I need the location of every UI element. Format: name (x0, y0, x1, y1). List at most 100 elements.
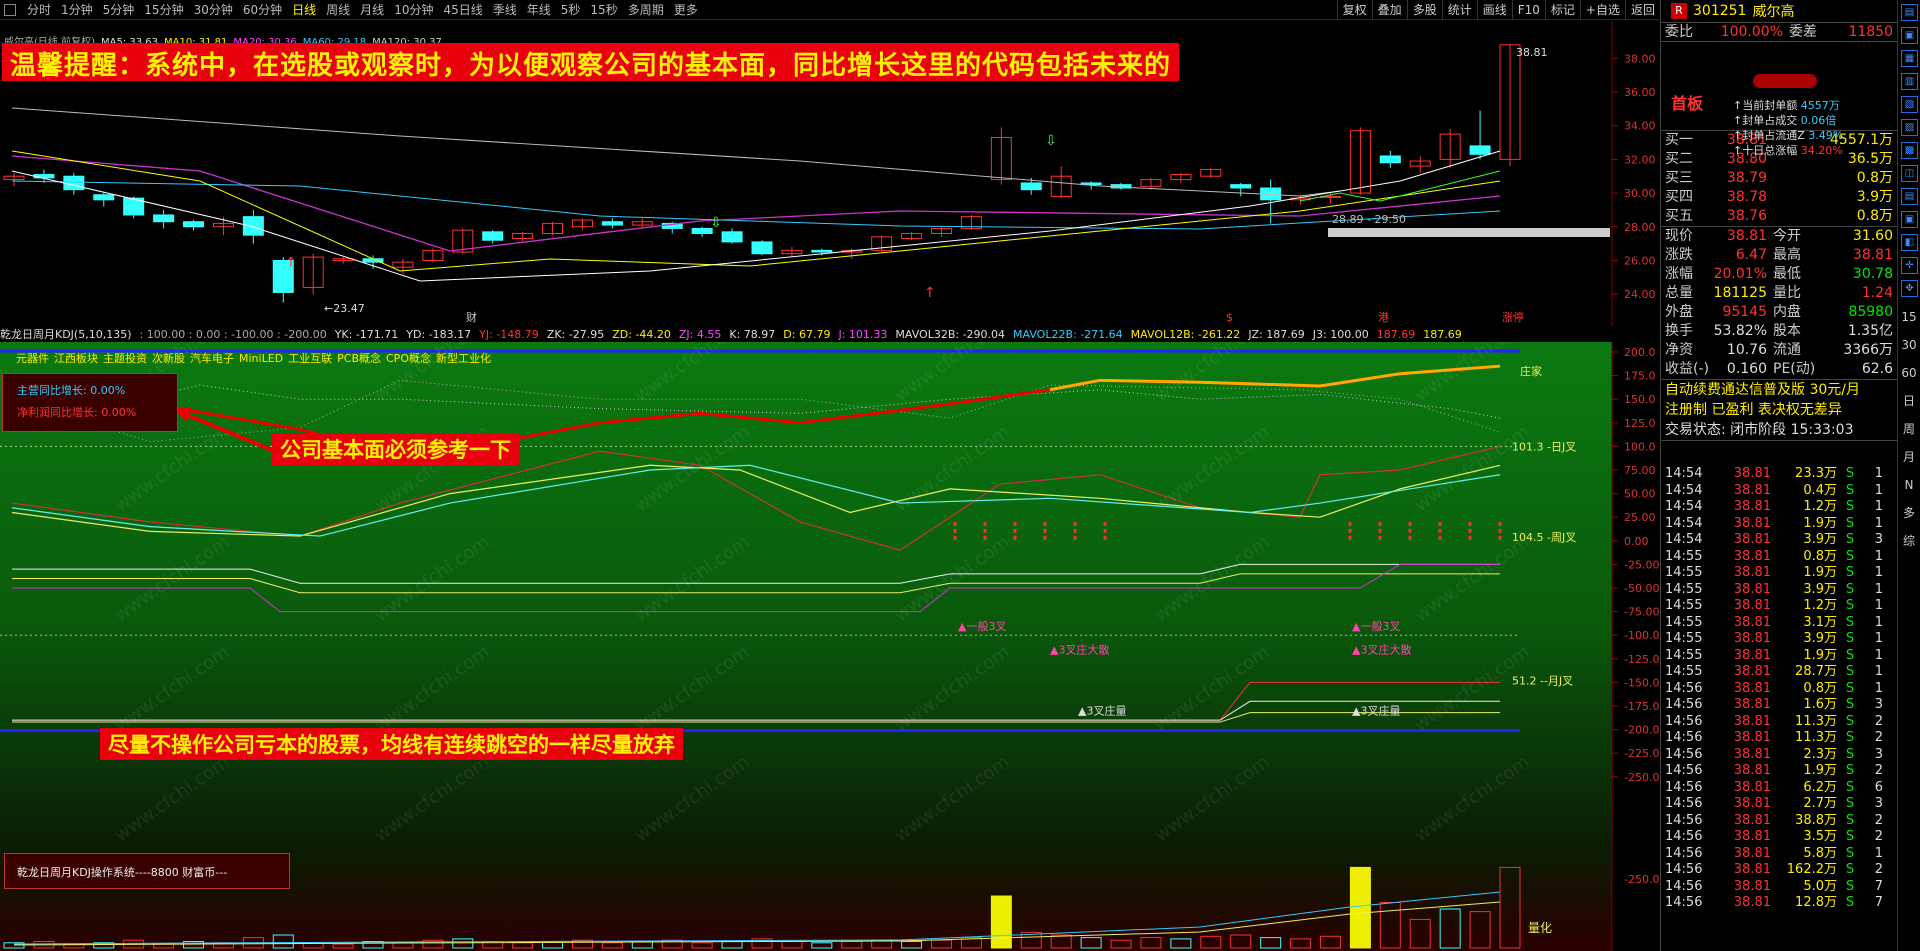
candle (1020, 182, 1042, 191)
tick-row: 14:56 38.81 11.3万 S 2 (1665, 713, 1883, 729)
period-tab[interactable]: 多周期 (623, 1, 669, 18)
kdj-tick: -250.0 (1624, 771, 1659, 784)
toolbar-button[interactable]: +自选 (1579, 0, 1625, 20)
concept-tag[interactable]: 新型工业化 (436, 352, 491, 365)
period-tab[interactable]: 1分钟 (56, 1, 98, 18)
concept-tag[interactable]: 江西板块 (54, 352, 98, 365)
side-period-button[interactable]: N (1898, 471, 1920, 499)
concept-tag[interactable]: CPO概念 (386, 352, 431, 365)
range-label: 28.89 - 29.50 (1332, 213, 1406, 226)
side-period-button[interactable]: 日 (1898, 387, 1920, 415)
kdj-tick: -100.0 (1624, 629, 1659, 642)
period-tabs: 分时 1分钟 5分钟 15分钟 30分钟 60分钟 日线 周线 月线 10分钟 45日线 季线 年线 5秒… (0, 1, 703, 18)
kdj-value: 乾龙日周月KDJ(5,10,135) (0, 328, 132, 341)
side-tool-icon[interactable]: ▥ (1901, 73, 1918, 90)
concept-tag[interactable]: 汽车电子 (190, 352, 234, 365)
side-tool-icon[interactable]: ▧ (1901, 96, 1918, 113)
kdj-value: MAVOL32B: -290.04 (895, 327, 1006, 341)
period-tab[interactable]: 45日线 (438, 1, 487, 18)
side-period-button[interactable]: 30 (1898, 331, 1920, 359)
side-period-button[interactable]: 15 (1898, 303, 1920, 331)
info-line[interactable]: 自动续费通达信普及版 30元/月 (1661, 380, 1897, 400)
kdj-value: JZ: 187.69 (1248, 327, 1305, 341)
event-marker: $ (1226, 311, 1233, 324)
side-period-button[interactable]: 多 (1898, 499, 1920, 527)
toolbar-button[interactable]: F10 (1511, 0, 1545, 20)
limit-title: 首板 (1671, 94, 1704, 113)
period-tab[interactable]: 月线 (355, 1, 389, 18)
period-tab[interactable]: 15分钟 (139, 1, 188, 18)
side-tool-icon[interactable]: ▤ (1901, 188, 1918, 205)
side-period-button[interactable]: 60 (1898, 359, 1920, 387)
period-tab[interactable]: 5秒 (556, 1, 586, 18)
side-period-button[interactable]: 综 (1898, 527, 1920, 555)
side-tool-icon[interactable]: ▦ (1901, 50, 1918, 67)
toolbar-button[interactable]: 复权 (1336, 0, 1372, 20)
side-tool-icon[interactable]: ✥ (1901, 280, 1918, 297)
toolbar-button[interactable]: 叠加 (1371, 0, 1407, 20)
profit-growth: 净利润同比增长: 0.00% (17, 406, 137, 419)
info-line: 交易状态: 闭市阶段 15:33:03 (1665, 422, 1854, 438)
kdj-value: ZJ: 4.55 (678, 327, 722, 341)
bid-row: 买四 38.78 3.9万 (1665, 189, 1893, 205)
toolbar-button[interactable]: 统计 (1441, 0, 1477, 20)
period-tab[interactable]: 15秒 (585, 1, 622, 18)
period-tab[interactable]: 分时 (22, 1, 56, 18)
kdj-chart[interactable]: 200.0 175.0 150.0 125.0 100.0 75.00 50.00 25.00… (0, 342, 1660, 852)
kdj-signal-label: ▲一般3叉 (1352, 620, 1400, 633)
period-tab[interactable]: 更多 (669, 1, 703, 18)
side-period-button[interactable]: 月 (1898, 443, 1920, 471)
tick-row: 14:54 38.81 3.9万 S 3 (1665, 532, 1883, 547)
kdj-signal-label: ▲3叉庄大散 (1050, 642, 1109, 656)
concept-tag[interactable]: PCB概念 (337, 352, 381, 365)
side-tool-icon[interactable]: ▣ (1901, 211, 1918, 228)
period-tab[interactable]: 周线 (321, 1, 355, 18)
concept-tag[interactable]: 工业互联 (288, 352, 332, 365)
toolbar-button[interactable]: 标记 (1544, 0, 1580, 20)
toolbar-button[interactable]: 返回 (1624, 0, 1660, 20)
signal-arrow-icon: ↑ (285, 255, 297, 271)
period-tab[interactable]: 60分钟 (238, 1, 287, 18)
side-tool-icon[interactable]: ◧ (1901, 234, 1918, 251)
window-icon[interactable] (4, 3, 16, 16)
kdj-tick: -150.0 (1624, 676, 1659, 689)
side-tool-icon[interactable]: ◫ (1901, 165, 1918, 182)
side-tool-icon[interactable]: ▣ (1901, 27, 1918, 44)
side-tool-icon[interactable]: ✛ (1901, 257, 1918, 274)
candle (811, 249, 833, 253)
bid-row: 买三 38.79 0.8万 (1665, 170, 1893, 186)
kdj-value: YJ: -148.79 (479, 327, 539, 341)
kdj-value: MAVOL22B: -271.64 (1013, 327, 1123, 341)
period-tab[interactable]: 季线 (488, 1, 522, 18)
period-tab[interactable]: 年线 (522, 1, 556, 18)
limit-line: ↑当前封单额 4557万 (1733, 99, 1840, 112)
r-badge-icon: R (1671, 3, 1687, 19)
period-tab[interactable]: 10分钟 (389, 1, 438, 18)
tick-row: 14:56 38.81 2.3万 S 3 (1665, 746, 1883, 762)
period-tab[interactable]: 30分钟 (189, 1, 238, 18)
side-period-button[interactable]: 周 (1898, 415, 1920, 443)
tick-row: 14:54 38.81 1.2万 S 1 (1665, 499, 1883, 514)
high-label: 38.81 (1516, 46, 1548, 59)
candle (183, 221, 205, 228)
kdj-value: 187.69 (1423, 327, 1462, 341)
tick-row: 14:56 38.81 162.2万 S 2 (1665, 862, 1883, 877)
side-tool-icon[interactable]: ▤ (1901, 4, 1918, 21)
collapse-pill[interactable] (1753, 74, 1817, 88)
side-tool-icon[interactable]: ▩ (1901, 142, 1918, 159)
fundamental-note: 公司基本面必须参考一下 (272, 433, 519, 465)
low-label: ←23.47 (324, 302, 365, 315)
toolbar-button[interactable]: 多股 (1406, 0, 1442, 20)
toolbar-button[interactable]: 画线 (1476, 0, 1512, 20)
candle (482, 231, 504, 241)
concept-tag[interactable]: 次新股 (152, 352, 185, 365)
tick-row: 14:55 38.81 1.2万 S 1 (1665, 598, 1883, 613)
concept-tag[interactable]: MiniLED (239, 352, 283, 365)
kdj-signal-label: 庄家 (1520, 364, 1542, 378)
stock-code: 301251 (1693, 3, 1747, 19)
side-tool-icon[interactable]: ▨ (1901, 119, 1918, 136)
concept-tag[interactable]: 元器件 (16, 352, 49, 365)
period-tab[interactable]: 日线 (287, 1, 321, 18)
concept-tag[interactable]: 主题投资 (103, 352, 147, 365)
period-tab[interactable]: 5分钟 (98, 1, 140, 18)
